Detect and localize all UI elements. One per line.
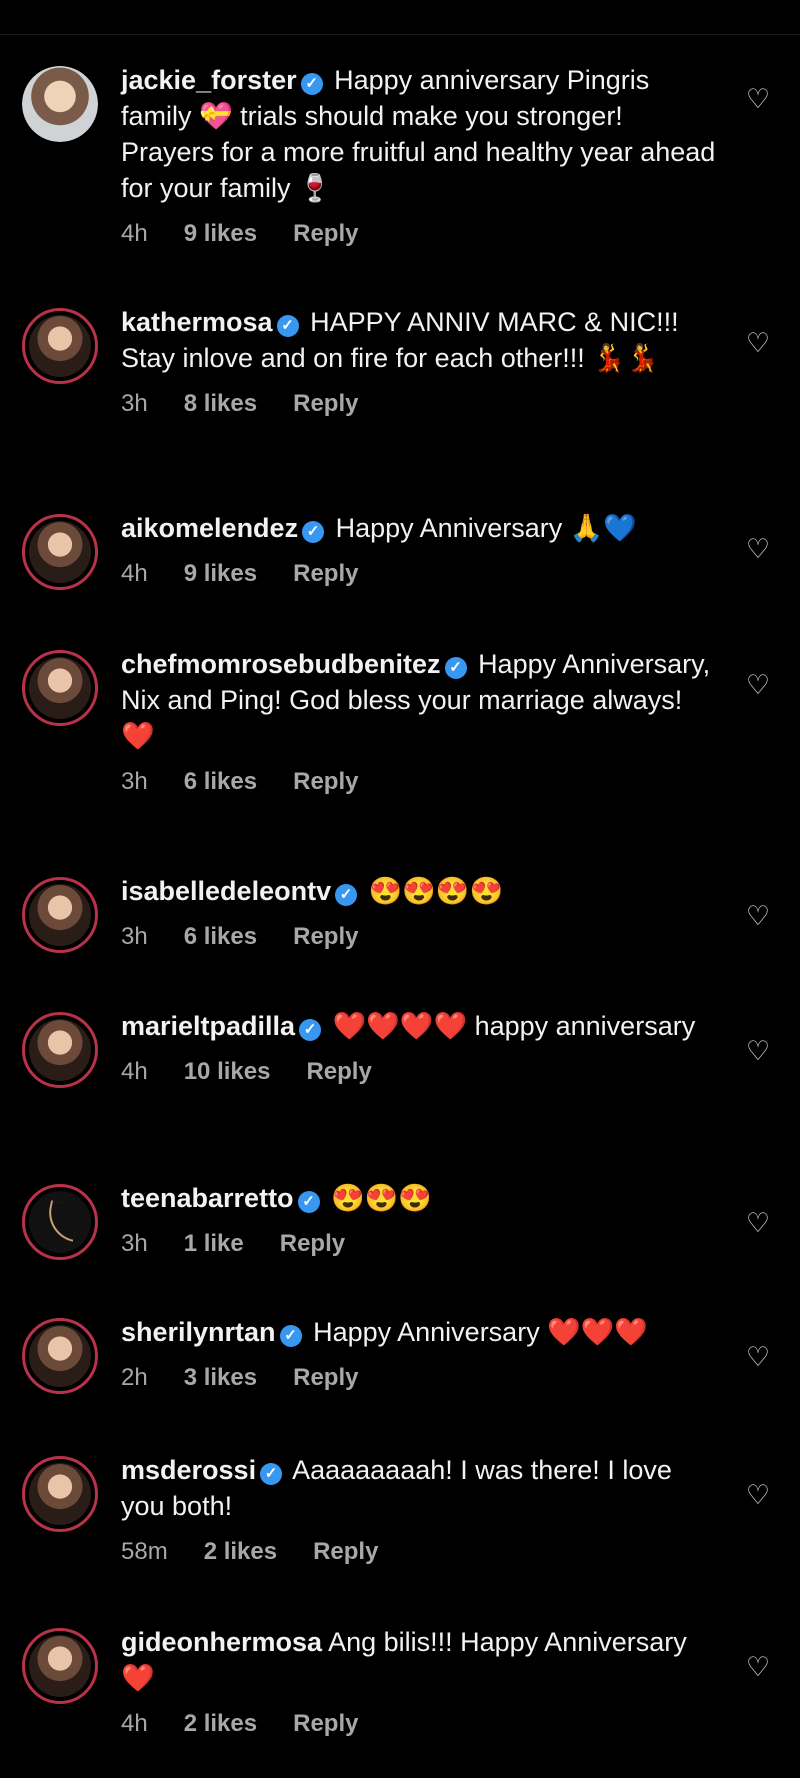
verified-badge-icon: ✓ xyxy=(335,884,358,906)
verified-badge-icon: ✓ xyxy=(299,1019,322,1041)
header-divider xyxy=(0,34,800,35)
reply-button[interactable]: Reply xyxy=(293,923,358,950)
comment-meta: 2h 3 likes Reply xyxy=(121,1364,716,1394)
verified-badge-icon: ✓ xyxy=(300,73,323,95)
comment-text: Happy Anniversary 🙏💙 xyxy=(335,513,637,543)
avatar[interactable] xyxy=(22,1628,98,1704)
reply-button[interactable]: Reply xyxy=(293,1710,358,1737)
heart-outline-icon[interactable]: ♡ xyxy=(745,1482,771,1509)
comment-time: 4h xyxy=(121,560,148,587)
reply-button[interactable]: Reply xyxy=(293,220,358,247)
comment-meta: 3h 1 like Reply xyxy=(121,1230,716,1260)
comment-time: 4h xyxy=(121,220,148,247)
comment-time: 3h xyxy=(121,768,148,795)
avatar[interactable] xyxy=(22,514,98,590)
username-link[interactable]: aikomelendez xyxy=(121,513,298,543)
verified-badge-icon: ✓ xyxy=(302,521,325,543)
likes-count[interactable]: 8 likes xyxy=(184,390,257,417)
comment-text: 😍😍😍😍 xyxy=(368,876,504,906)
comment-meta: 3h 8 likes Reply xyxy=(121,390,716,420)
heart-outline-icon[interactable]: ♡ xyxy=(745,1210,771,1237)
comment-meta: 4h 9 likes Reply xyxy=(121,220,716,250)
comment-meta: 4h 2 likes Reply xyxy=(121,1710,716,1740)
avatar[interactable] xyxy=(22,877,98,953)
reply-button[interactable]: Reply xyxy=(280,1230,345,1257)
comment-time: 2h xyxy=(121,1364,148,1391)
likes-count[interactable]: 1 like xyxy=(184,1230,244,1257)
verified-badge-icon: ✓ xyxy=(444,657,467,679)
heart-outline-icon[interactable]: ♡ xyxy=(745,1038,771,1065)
comment-time: 4h xyxy=(121,1710,148,1737)
username-link[interactable]: msderossi xyxy=(121,1455,256,1485)
avatar[interactable] xyxy=(22,1012,98,1088)
comment-text: 😍😍😍 xyxy=(331,1183,432,1213)
reply-button[interactable]: Reply xyxy=(293,390,358,417)
comment-meta: 3h 6 likes Reply xyxy=(121,923,716,953)
heart-outline-icon[interactable]: ♡ xyxy=(745,1654,771,1681)
comment-time: 3h xyxy=(121,1230,148,1257)
verified-badge-icon: ✓ xyxy=(276,315,299,337)
avatar[interactable] xyxy=(22,1184,98,1260)
heart-outline-icon[interactable]: ♡ xyxy=(745,1344,771,1371)
username-link[interactable]: isabelledeleontv xyxy=(121,876,331,906)
comment-text: Happy Anniversary ❤️❤️❤️ xyxy=(313,1317,649,1347)
heart-outline-icon[interactable]: ♡ xyxy=(745,86,771,113)
likes-count[interactable]: 6 likes xyxy=(184,768,257,795)
likes-count[interactable]: 2 likes xyxy=(184,1710,257,1737)
comment-meta: 4h 10 likes Reply xyxy=(121,1058,716,1088)
heart-outline-icon[interactable]: ♡ xyxy=(745,536,771,563)
likes-count[interactable]: 9 likes xyxy=(184,560,257,587)
reply-button[interactable]: Reply xyxy=(293,768,358,795)
username-link[interactable]: jackie_forster xyxy=(121,65,297,95)
username-link[interactable]: sherilynrtan xyxy=(121,1317,276,1347)
reply-button[interactable]: Reply xyxy=(293,1364,358,1391)
verified-badge-icon: ✓ xyxy=(279,1325,302,1347)
username-link[interactable]: teenabarretto xyxy=(121,1183,294,1213)
comment-meta: 3h 6 likes Reply xyxy=(121,768,716,798)
reply-button[interactable]: Reply xyxy=(306,1058,371,1085)
username-link[interactable]: marieltpadilla xyxy=(121,1011,295,1041)
likes-count[interactable]: 10 likes xyxy=(184,1058,271,1085)
verified-badge-icon: ✓ xyxy=(260,1463,283,1485)
likes-count[interactable]: 2 likes xyxy=(204,1538,277,1565)
username-link[interactable]: kathermosa xyxy=(121,307,273,337)
comment-time: 4h xyxy=(121,1058,148,1085)
avatar[interactable] xyxy=(22,1318,98,1394)
comment-time: 3h xyxy=(121,923,148,950)
comment-meta: 58m 2 likes Reply xyxy=(121,1538,716,1568)
heart-outline-icon[interactable]: ♡ xyxy=(745,330,771,357)
reply-button[interactable]: Reply xyxy=(293,560,358,587)
reply-button[interactable]: Reply xyxy=(313,1538,378,1565)
comment-time: 3h xyxy=(121,390,148,417)
avatar[interactable] xyxy=(22,308,98,384)
comment-text: ❤️❤️❤️❤️ happy anniversary xyxy=(332,1011,696,1041)
avatar[interactable] xyxy=(22,1456,98,1532)
comment-meta: 4h 9 likes Reply xyxy=(121,560,716,590)
heart-outline-icon[interactable]: ♡ xyxy=(745,672,771,699)
heart-outline-icon[interactable]: ♡ xyxy=(745,903,771,930)
username-link[interactable]: chefmomrosebudbenitez xyxy=(121,649,441,679)
likes-count[interactable]: 3 likes xyxy=(184,1364,257,1391)
likes-count[interactable]: 9 likes xyxy=(184,220,257,247)
likes-count[interactable]: 6 likes xyxy=(184,923,257,950)
verified-badge-icon: ✓ xyxy=(297,1191,320,1213)
username-link[interactable]: gideonhermosa xyxy=(121,1627,322,1657)
avatar[interactable] xyxy=(22,66,98,142)
avatar[interactable] xyxy=(22,650,98,726)
comment-time: 58m xyxy=(121,1538,168,1565)
